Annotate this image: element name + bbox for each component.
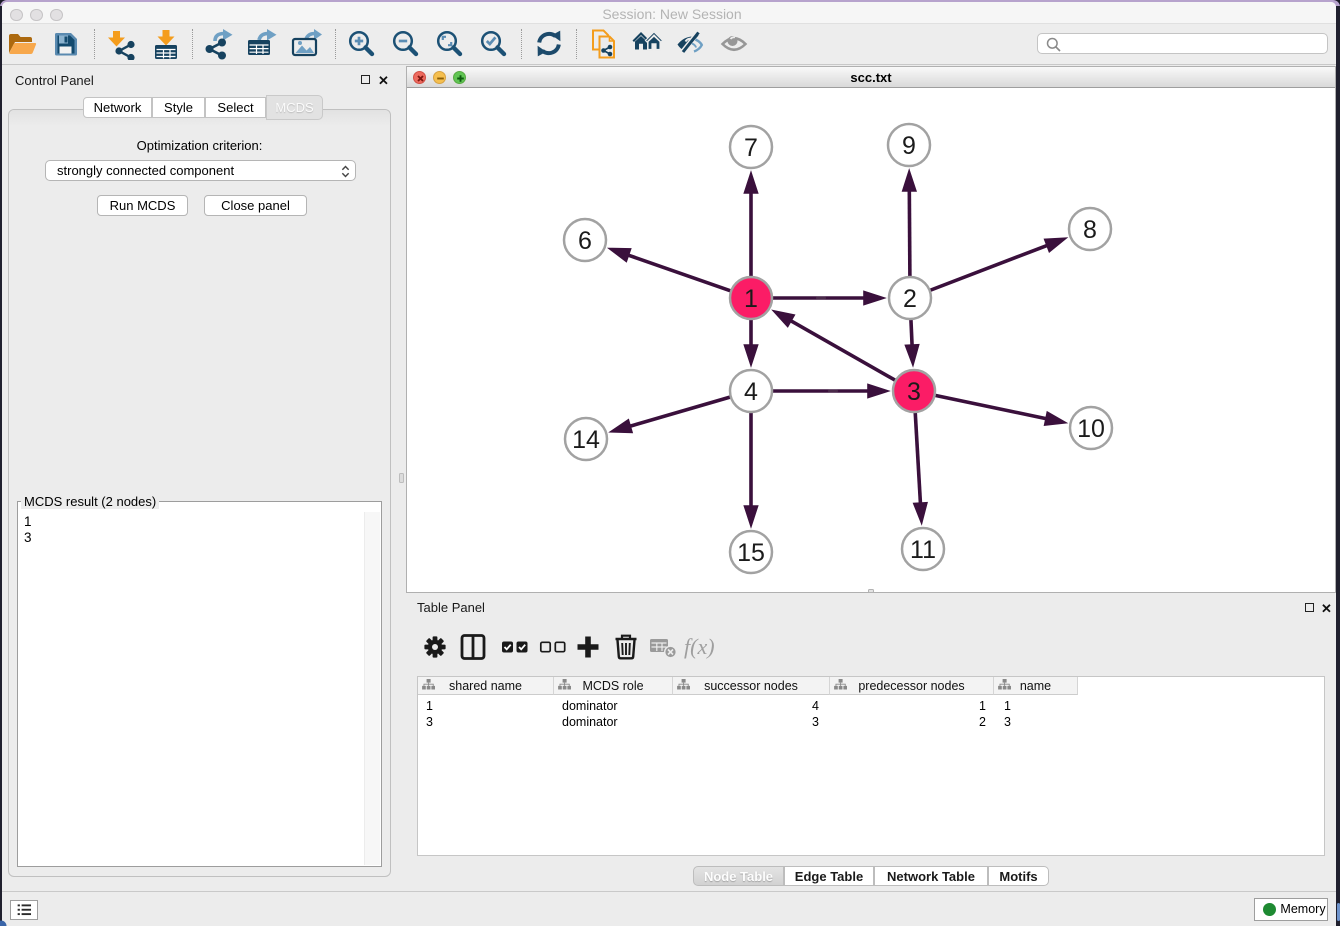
- svg-text:1: 1: [744, 285, 758, 313]
- svg-text:14: 14: [572, 426, 600, 454]
- svg-text:2: 2: [903, 285, 917, 313]
- svg-text:10: 10: [1077, 415, 1105, 443]
- svg-text:11: 11: [910, 536, 936, 564]
- svg-text:7: 7: [744, 134, 758, 162]
- svg-text:8: 8: [1083, 216, 1097, 244]
- svg-text:4: 4: [744, 378, 758, 406]
- svg-text:6: 6: [578, 227, 592, 255]
- svg-text:9: 9: [902, 132, 916, 160]
- svg-text:3: 3: [907, 378, 921, 406]
- svg-text:15: 15: [737, 539, 765, 567]
